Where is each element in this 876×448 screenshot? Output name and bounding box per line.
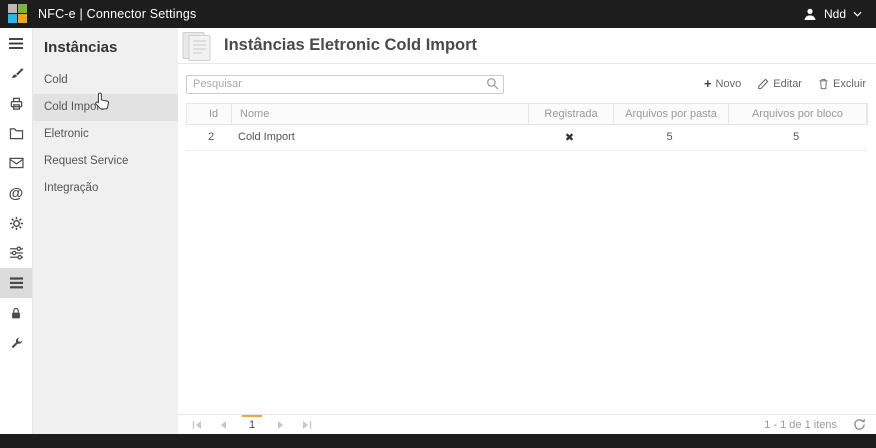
topbar: NFC-e | Connector Settings Ndd	[0, 0, 876, 28]
rail-item-mail[interactable]	[0, 148, 32, 178]
rail-item-gear[interactable]	[0, 208, 32, 238]
grid-header-row: Id Nome Registrada Arquivos por pasta Ar…	[186, 103, 868, 125]
column-header-spacer	[866, 104, 867, 124]
bottom-bar	[0, 434, 876, 448]
cell-arquivos-por-bloco: 5	[727, 131, 865, 143]
app-window: NFC-e | Connector Settings Ndd @	[0, 0, 876, 448]
user-name: Ndd	[824, 7, 846, 21]
sidebar-item-integracao[interactable]: Integração	[33, 175, 178, 202]
wrench-icon	[9, 336, 24, 351]
rail-item-folder[interactable]	[0, 118, 32, 148]
column-header-arquivos-por-bloco[interactable]: Arquivos por bloco	[728, 104, 866, 124]
not-registered-x-icon: ✖	[565, 131, 574, 144]
column-header-id[interactable]: Id	[187, 104, 231, 124]
folder-icon	[9, 127, 24, 140]
brush-icon	[9, 66, 24, 81]
sidebar: Instâncias Cold Cold Import Eletronic Re…	[33, 28, 178, 434]
sidebar-item-cold[interactable]: Cold	[33, 67, 178, 94]
prev-page-button[interactable]	[216, 416, 230, 434]
edit-button[interactable]: Editar	[757, 78, 802, 90]
user-menu[interactable]: Ndd	[803, 0, 862, 28]
toolbar-buttons: + Novo Editar Excluir	[704, 77, 866, 90]
rail-item-printer[interactable]	[0, 88, 32, 118]
main-header: Instâncias Eletronic Cold Import	[178, 28, 876, 64]
sidebar-item-cold-import[interactable]: Cold Import	[33, 94, 178, 121]
cell-id: 2	[186, 131, 230, 143]
sidebar-item-eletronic[interactable]: Eletronic	[33, 121, 178, 148]
user-icon	[803, 7, 817, 21]
first-page-button[interactable]	[190, 416, 204, 434]
last-page-button[interactable]	[300, 416, 314, 434]
page-title: Instâncias Eletronic Cold Import	[224, 36, 477, 55]
rail-item-instances[interactable]	[0, 268, 32, 298]
sidebar-title: Instâncias	[33, 28, 178, 67]
instances-icon	[9, 276, 24, 290]
search-input[interactable]	[186, 75, 504, 94]
sidebar-item-request-service[interactable]: Request Service	[33, 148, 178, 175]
rail-item-sliders[interactable]	[0, 238, 32, 268]
column-header-nome[interactable]: Nome	[231, 104, 528, 124]
gear-icon	[9, 216, 24, 231]
pencil-icon	[757, 78, 769, 90]
main-content: Instâncias Eletronic Cold Import + Novo	[178, 28, 876, 434]
sliders-icon	[9, 246, 24, 260]
cell-arquivos-por-pasta: 5	[612, 131, 727, 143]
mail-icon	[9, 157, 24, 169]
table-row[interactable]: 2 Cold Import ✖ 5 5	[186, 125, 868, 151]
pager-info: 1 - 1 de 1 itens	[764, 418, 866, 431]
column-header-arquivos-por-pasta[interactable]: Arquivos por pasta	[613, 104, 728, 124]
documents-icon	[180, 31, 216, 61]
new-button[interactable]: + Novo	[704, 77, 741, 90]
refresh-button[interactable]	[853, 418, 866, 431]
at-sign-icon: @	[9, 186, 24, 201]
rail-item-lock[interactable]	[0, 298, 32, 328]
rail-item-menu[interactable]	[0, 28, 32, 58]
icon-rail: @	[0, 28, 33, 434]
printer-icon	[9, 96, 24, 111]
plus-icon: +	[704, 77, 712, 90]
delete-button[interactable]: Excluir	[818, 78, 866, 90]
cell-nome: Cold Import	[230, 131, 527, 143]
search-box	[186, 74, 504, 94]
pager: 1 1 - 1 de 1 itens	[178, 414, 876, 434]
rail-item-wrench[interactable]	[0, 328, 32, 358]
trash-icon	[818, 78, 829, 90]
app-title: NFC-e | Connector Settings	[38, 7, 197, 21]
next-page-button[interactable]	[274, 416, 288, 434]
pager-items-count: 1 - 1 de 1 itens	[764, 419, 837, 431]
page-number-current[interactable]: 1	[242, 415, 262, 435]
lock-icon	[9, 306, 23, 321]
rail-item-at-sign[interactable]: @	[0, 178, 32, 208]
app-logo-icon	[8, 4, 28, 24]
rail-item-brush[interactable]	[0, 58, 32, 88]
chevron-down-icon	[853, 11, 862, 17]
menu-icon	[8, 37, 24, 50]
search-icon	[486, 77, 499, 90]
data-grid: Id Nome Registrada Arquivos por pasta Ar…	[186, 103, 868, 151]
column-header-registrada[interactable]: Registrada	[528, 104, 613, 124]
grid-toolbar: + Novo Editar Excluir	[178, 64, 876, 103]
pager-nav: 1	[190, 415, 314, 435]
